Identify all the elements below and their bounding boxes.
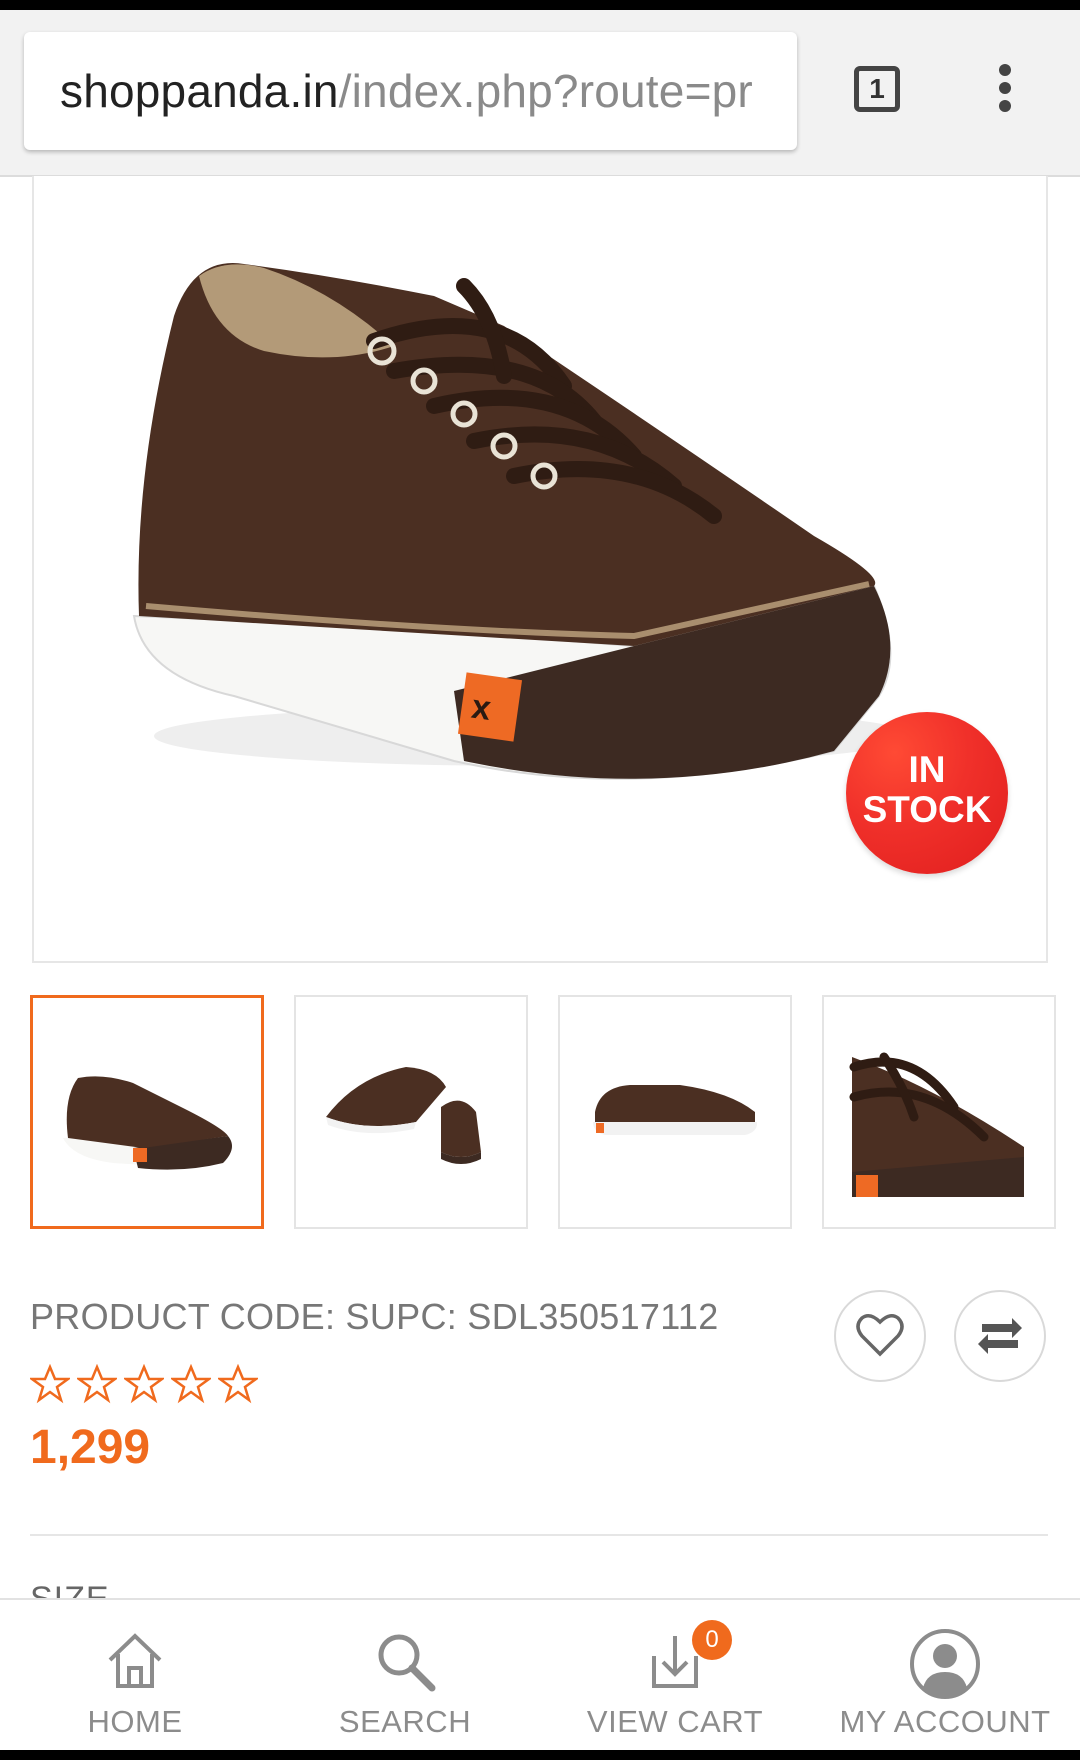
badge-line2: STOCK (862, 789, 992, 830)
thumbnail-4-closeup (849, 1052, 1024, 1197)
star-icon (122, 1363, 166, 1404)
url-path: /index.php?route=pr (338, 65, 753, 117)
heart-icon (856, 1314, 904, 1357)
star-icon (216, 1363, 260, 1404)
star-icon (28, 1363, 72, 1404)
product-code: PRODUCT CODE: SUPC: SDL350517112 (30, 1296, 719, 1337)
thumbnail-1[interactable] (30, 995, 264, 1229)
thumbnail-1-shoe (63, 1076, 233, 1170)
section-divider (30, 1534, 1048, 1536)
thumbnail-3[interactable] (558, 995, 792, 1229)
nav-search[interactable]: SEARCH (270, 1600, 540, 1752)
compare-button[interactable] (954, 1290, 1046, 1382)
nav-search-label: SEARCH (338, 1704, 472, 1739)
home-icon (108, 1633, 162, 1688)
search-icon (378, 1634, 436, 1692)
thumbnail-4[interactable] (822, 995, 1056, 1229)
nav-home-label: HOME (87, 1704, 183, 1739)
thumbnail-3-shoe (593, 1085, 758, 1135)
compare-icon (978, 1318, 1022, 1354)
url-domain: shoppanda.in (60, 65, 339, 117)
thumbnail-2[interactable] (294, 995, 528, 1229)
bottom-navigation: HOME SEARCH 0 VIEW CART MY ACCOUNT (0, 1598, 1080, 1752)
in-stock-badge: IN STOCK (846, 712, 1008, 874)
address-bar[interactable]: shoppanda.in/index.php?route=pr (24, 32, 797, 150)
nav-view-cart-label: VIEW CART (586, 1704, 764, 1739)
browser-toolbar: shoppanda.in/index.php?route=pr 1 (0, 10, 1080, 177)
nav-view-cart[interactable]: 0 VIEW CART (540, 1600, 810, 1752)
url-text[interactable]: shoppanda.in/index.php?route=pr (60, 64, 753, 118)
star-icon (169, 1363, 213, 1404)
status-bar (0, 0, 1080, 10)
badge-line1: IN (908, 749, 946, 790)
menu-dots-icon[interactable] (990, 64, 1020, 120)
nav-my-account[interactable]: MY ACCOUNT (810, 1600, 1080, 1752)
thumbnail-2-shoes (326, 1067, 481, 1164)
tab-switcher-button[interactable]: 1 (854, 66, 900, 112)
system-nav-strip (0, 1750, 1080, 1760)
star-icon (75, 1363, 119, 1404)
thumbnail-strip (30, 995, 1056, 1229)
product-main-image[interactable]: x IN STOCK (32, 176, 1048, 963)
cart-count-badge: 0 (692, 1620, 732, 1660)
rating-stars (28, 1363, 265, 1408)
nav-my-account-label: MY ACCOUNT (839, 1704, 1051, 1739)
wishlist-button[interactable] (834, 1290, 926, 1382)
account-icon (910, 1629, 980, 1699)
product-price: 1,299 (30, 1421, 151, 1474)
nav-home[interactable]: HOME (0, 1600, 270, 1752)
